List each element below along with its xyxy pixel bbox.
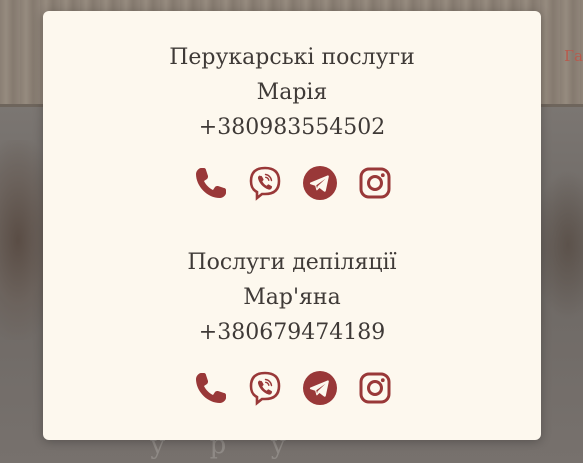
- phone-number[interactable]: +380679474189: [43, 315, 541, 350]
- instagram-icon[interactable]: [357, 370, 393, 406]
- viber-icon[interactable]: [247, 165, 283, 201]
- contact-icons-row: [43, 165, 541, 201]
- contact-card-depilation: Послуги депіляції Мар'яна +380679474189: [43, 245, 541, 406]
- telegram-icon[interactable]: [302, 165, 338, 201]
- phone-icon[interactable]: [192, 370, 228, 406]
- contact-name: Мар'яна: [243, 285, 341, 310]
- phone-icon[interactable]: [192, 165, 228, 201]
- contact-card-hairdressing: Перукарські послуги Марія +380983554502: [43, 40, 541, 201]
- telegram-icon[interactable]: [302, 370, 338, 406]
- contacts-modal: Перукарські послуги Марія +380983554502 …: [43, 11, 541, 440]
- service-title: Послуги депіляції: [187, 250, 397, 275]
- phone-number[interactable]: +380983554502: [43, 110, 541, 145]
- instagram-icon[interactable]: [357, 165, 393, 201]
- viber-icon[interactable]: [247, 370, 283, 406]
- contact-icons-row: [43, 370, 541, 406]
- service-title: Перукарські послуги: [169, 45, 415, 70]
- header-nav-partial-text: Га: [564, 47, 583, 65]
- contact-name: Марія: [256, 80, 328, 105]
